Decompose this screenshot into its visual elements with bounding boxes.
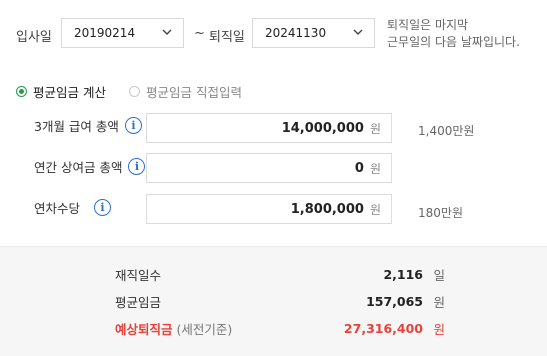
salary-hint: 1,400만원 — [418, 124, 475, 138]
severance-label-sub: (세전기준) — [176, 322, 233, 337]
bonus-label: 연간 상여금 총액 — [34, 160, 123, 175]
result-average-row: 평균임금 157,065 원 — [115, 292, 445, 311]
leave-pay-value: 1,800,000 — [290, 201, 364, 217]
info-icon[interactable]: i — [94, 199, 112, 216]
bonus-input[interactable]: 0 원 — [146, 153, 392, 183]
result-severance-row: 예상퇴직금 (세전기준) 27,316,400 원 — [115, 319, 445, 338]
average-wage-label: 평균임금 — [115, 295, 162, 310]
average-wage-value: 157,065 — [366, 294, 423, 309]
date-range-separator: ~ — [194, 26, 205, 41]
average-wage-unit: 원 — [433, 295, 445, 310]
leave-date-note: 퇴직일은 마지막 근무일의 다음 날짜입니다. — [387, 17, 520, 51]
severance-value: 27,316,400 — [343, 321, 423, 336]
hire-date-select[interactable]: 20190214 — [61, 18, 184, 48]
days-label: 재직일수 — [115, 268, 162, 283]
leave-pay-hint: 180만원 — [418, 206, 463, 220]
bonus-value: 0 — [354, 160, 364, 176]
salary-label: 3개월 급여 총액 — [34, 119, 119, 134]
hire-date-value: 20190214 — [74, 26, 136, 40]
note-line-2: 근무일의 다음 날짜입니다. — [387, 35, 520, 49]
radio-average-direct-label: 평균임금 직접입력 — [146, 85, 242, 100]
salary-value: 14,000,000 — [281, 120, 364, 136]
hire-date-label: 입사일 — [16, 30, 52, 45]
chevron-down-icon — [353, 29, 363, 35]
leave-date-value: 20241130 — [265, 26, 327, 40]
leave-pay-unit: 원 — [369, 202, 381, 217]
leave-pay-label: 연차수당 — [34, 201, 81, 216]
salary-label-row: 3개월 급여 총액 i — [34, 116, 142, 135]
radio-unselected-indicator — [129, 86, 140, 97]
leave-date-select[interactable]: 20241130 — [252, 18, 375, 48]
salary-unit: 원 — [369, 121, 381, 136]
radio-average-calc-label: 평균임금 계산 — [33, 85, 106, 100]
days-value: 2,116 — [383, 267, 423, 282]
severance-unit: 원 — [433, 322, 445, 337]
severance-label: 예상퇴직금 (세전기준) — [115, 319, 344, 338]
radio-selected-indicator — [16, 86, 27, 97]
radio-average-calc[interactable]: 평균임금 계산 — [16, 82, 106, 101]
leave-date-label: 퇴직일 — [209, 30, 245, 45]
days-unit: 일 — [433, 268, 445, 283]
result-days-row: 재직일수 2,116 일 — [115, 265, 445, 284]
result-summary-panel: 재직일수 2,116 일 평균임금 157,065 원 예상퇴직금 (세전기준)… — [0, 246, 547, 356]
radio-average-direct[interactable]: 평균임금 직접입력 — [129, 82, 242, 101]
leave-pay-label-row: 연차수당 i — [34, 198, 112, 217]
info-icon[interactable]: i — [124, 117, 142, 134]
severance-label-main: 예상퇴직금 — [115, 322, 173, 337]
salary-input[interactable]: 14,000,000 원 — [146, 113, 392, 143]
info-icon[interactable]: i — [128, 158, 146, 175]
bonus-unit: 원 — [369, 161, 381, 176]
note-line-1: 퇴직일은 마지막 — [387, 18, 469, 32]
chevron-down-icon — [162, 29, 172, 35]
leave-pay-input[interactable]: 1,800,000 원 — [146, 194, 392, 224]
bonus-label-row: 연간 상여금 총액 i — [34, 157, 146, 176]
